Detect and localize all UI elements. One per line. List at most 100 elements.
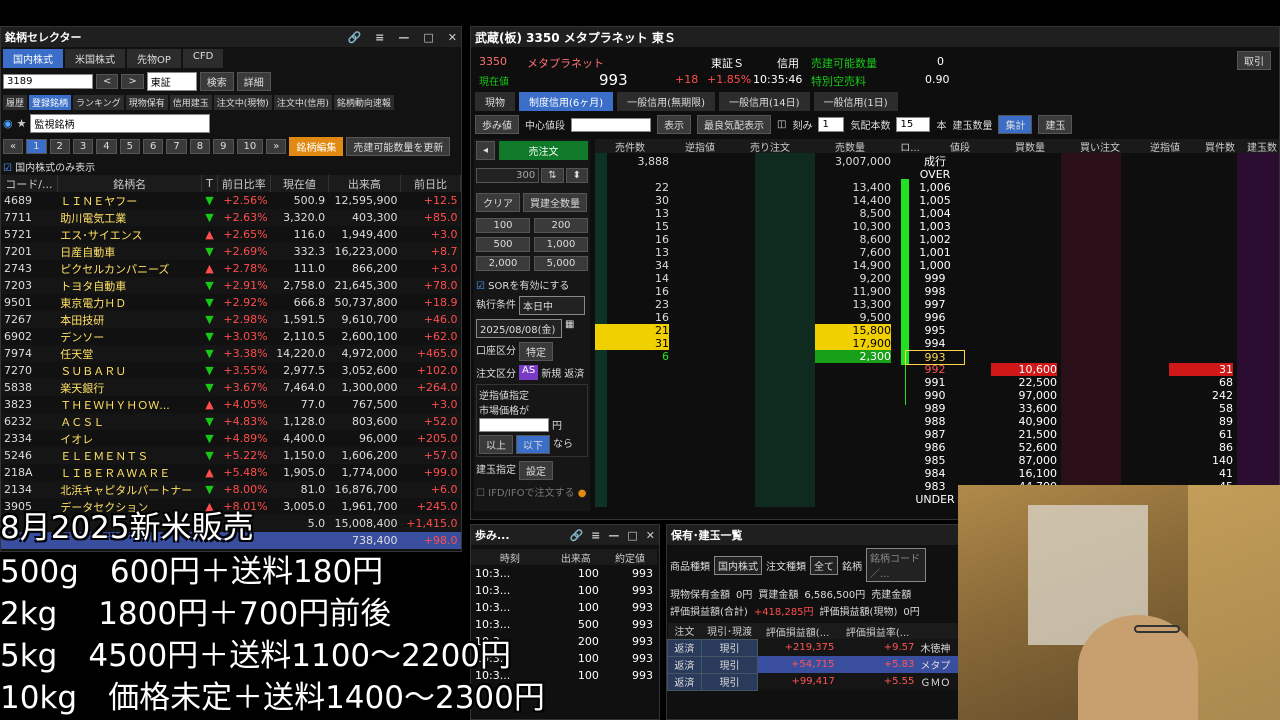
above-button[interactable]: 以上 (479, 435, 513, 454)
qty-step-icon[interactable]: ⇅ (541, 168, 564, 183)
page-4[interactable]: 4 (96, 139, 117, 154)
star-icon[interactable]: ★ (17, 117, 27, 130)
next-button[interactable]: > (121, 74, 144, 89)
tab-general-14d[interactable]: 一般信用(14日) (718, 92, 810, 111)
update-short-button[interactable]: 売建可能数量を更新 (346, 137, 451, 156)
subtab-order-cash[interactable]: 注文中(現物) (213, 95, 272, 110)
stock-row[interactable]: 3823 ＴＨＥＷＨＹＨＯＷ... ▲ +4.05% 77.0 767,500 +3.0 (1, 396, 461, 413)
new-label[interactable]: 新規 (541, 365, 561, 380)
subtab-news[interactable]: 銘柄動向速報 (333, 95, 394, 110)
sell-order-button[interactable]: 売注文 (499, 141, 588, 160)
col-rate[interactable]: 前日比率 (217, 175, 272, 192)
page-1[interactable]: 1 (26, 139, 47, 154)
page-10[interactable]: 10 (236, 139, 264, 154)
ask-row[interactable]: 15 10,300 1,003 (595, 220, 1279, 233)
page-first-button[interactable]: « (3, 139, 24, 154)
holding-cell-b[interactable]: 現引 (700, 672, 759, 691)
back-icon[interactable]: ◂ (476, 141, 496, 160)
holding-row[interactable]: 返済 現引 +99,417 +5.55 ＧＭＯ (667, 672, 963, 691)
page-6[interactable]: 6 (143, 139, 164, 154)
stock-row[interactable]: 2743 ピクセルカンパニーズ ▲ +2.78% 111.0 866,200 +3.0 (1, 260, 461, 277)
maximize-icon[interactable]: □ (627, 529, 637, 542)
stock-row[interactable]: 9501 東京電力ＨＤ ▼ +2.92% 666.8 50,737,800 +18.9 (1, 294, 461, 311)
holding-cell-a[interactable]: 返済 (667, 672, 702, 691)
minimize-icon[interactable]: — (398, 31, 409, 44)
bid-row[interactable]: 988 40,900 89 (595, 415, 1279, 428)
tab-cash[interactable]: 現物 (475, 92, 515, 111)
tab-domestic[interactable]: 国内株式 (3, 49, 63, 68)
qty-updown-icon[interactable]: ⬍ (565, 168, 588, 183)
stock-row[interactable]: 7201 日産自動車 ▼ +2.69% 332.3 16,223,000 +8.7 (1, 243, 461, 260)
holding-cell-a[interactable]: 返済 (667, 638, 702, 657)
ask-row[interactable]: 34 14,900 1,000 (595, 259, 1279, 272)
subtab-order-credit[interactable]: 注文中(信用) (273, 95, 332, 110)
ask-row[interactable]: 16 11,900 998 (595, 285, 1279, 298)
subtab-credit-position[interactable]: 信用建玉 (169, 95, 212, 110)
ayumi-button[interactable]: 歩み値 (475, 115, 519, 134)
subtab-ranking[interactable]: ランキング (73, 95, 124, 110)
holding-row[interactable]: 返済 現引 +54,715 +5.83 メタプ (667, 655, 963, 674)
list-select[interactable]: 監視銘柄 (30, 114, 211, 133)
code-input[interactable]: 3189 (3, 74, 93, 89)
page-2[interactable]: 2 (49, 139, 70, 154)
setting-button[interactable]: 設定 (519, 461, 553, 480)
page-last-button[interactable]: » (266, 139, 287, 154)
preset-5000[interactable]: 5,000 (534, 256, 588, 271)
stock-row[interactable]: 218A ＬＩＢＥＲＡＷＡＲＥ ▲ +5.48% 1,905.0 1,774,000 +99… (1, 464, 461, 481)
menu-icon[interactable]: ≡ (591, 529, 600, 542)
tab-general-unlimited[interactable]: 一般信用(無期限) (617, 92, 715, 111)
subtab-cash-holding[interactable]: 現物保有 (125, 95, 168, 110)
stock-row[interactable]: 7270 ＳＵＢＡＲＵ ▼ +3.55% 2,977.5 3,052,600 +102.0 (1, 362, 461, 379)
bid-row[interactable]: 984 16,100 41 (595, 467, 1279, 480)
ask-row[interactable]: OVER (595, 168, 1279, 181)
ask-row[interactable]: 21 15,800 995 (595, 324, 1279, 337)
stock-row[interactable]: 2334 イオレ ▼ +4.89% 4,400.0 96,000 +205.0 (1, 430, 461, 447)
stock-row[interactable]: 2134 北浜キャピタルパートナー ▼ +8.00% 81.0 16,876,700 +6.… (1, 481, 461, 498)
tab-futures[interactable]: 先物OP (127, 49, 181, 68)
link-icon[interactable]: 🔗 (569, 529, 583, 542)
date-input[interactable]: 2025/08/08(金) (476, 319, 562, 338)
globe-icon[interactable]: ◉ (3, 117, 13, 130)
ifd-checkbox[interactable]: ☐ (476, 488, 485, 499)
search-button[interactable]: 検索 (199, 72, 234, 91)
stock-row[interactable]: 7974 任天堂 ▼ +3.38% 14,220.0 4,972,000 +465.0 (1, 345, 461, 362)
page-3[interactable]: 3 (72, 139, 94, 154)
col-name[interactable]: 銘柄名 (57, 175, 203, 192)
tab-cfd[interactable]: CFD (182, 49, 224, 68)
bid-row[interactable]: 986 52,600 86 (595, 441, 1279, 454)
aggregate-button[interactable]: 集計 (998, 115, 1033, 134)
preset-500[interactable]: 500 (476, 237, 530, 252)
holding-cell-b[interactable]: 現引 (700, 638, 759, 657)
below-button[interactable]: 以下 (516, 435, 550, 454)
stock-filter-input[interactable]: 銘柄コード／... (866, 548, 926, 582)
layout-icon[interactable]: ◫ (777, 119, 786, 130)
col-code[interactable]: コード/... (1, 175, 58, 192)
close-label[interactable]: 返済 (564, 365, 584, 380)
best-quote-button[interactable]: 最良気配表示 (697, 115, 771, 134)
stock-row[interactable]: 5246 ＥＬＥＭＥＮＴＳ ▼ +5.22% 1,150.0 1,606,200 +57.0 (1, 447, 461, 464)
stock-row[interactable]: 7711 助川電気工業 ▼ +2.63% 3,320.0 403,300 +85.0 (1, 209, 461, 226)
subtab-history[interactable]: 履歴 (3, 95, 28, 110)
ask-row[interactable]: 16 9,500 996 (595, 311, 1279, 324)
edit-list-button[interactable]: 銘柄編集 (289, 137, 344, 156)
bid-row[interactable]: 991 22,500 68 (595, 376, 1279, 389)
qty-input[interactable]: 300 (476, 168, 540, 183)
cond-select[interactable]: 本日中 (519, 296, 585, 315)
holding-cell-b[interactable]: 現引 (700, 655, 759, 674)
prev-button[interactable]: < (96, 74, 119, 89)
stock-row[interactable]: 6902 デンソー ▼ +3.03% 2,110.5 2,600,100 +62.0 (1, 328, 461, 345)
stop-price-input[interactable] (479, 417, 549, 432)
stock-row[interactable]: 7203 トヨタ自動車 ▼ +2.91% 2,758.0 21,645,300 +78.0 (1, 277, 461, 294)
ask-row[interactable]: 6 2,300 993 (595, 350, 1279, 365)
col-volume[interactable]: 出来高 (328, 175, 401, 192)
col-t[interactable]: T (201, 175, 218, 192)
minimize-icon[interactable]: — (608, 529, 619, 542)
tab-margin-6m[interactable]: 制度信用(6ヶ月) (519, 92, 614, 111)
ask-row[interactable]: 13 8,500 1,004 (595, 207, 1279, 220)
stock-row[interactable]: 7267 本田技研 ▼ +2.98% 1,591.5 9,610,700 +46.0 (1, 311, 461, 328)
order-type-select[interactable]: 全て (810, 555, 838, 575)
ask-row[interactable]: 23 13,300 997 (595, 298, 1279, 311)
quote-count-select[interactable]: 15 (896, 117, 931, 132)
center-price-input[interactable] (571, 117, 651, 132)
stock-row[interactable]: 5721 エス･サイエンス ▲ +2.65% 116.0 1,949,400 +3.0 (1, 226, 461, 243)
